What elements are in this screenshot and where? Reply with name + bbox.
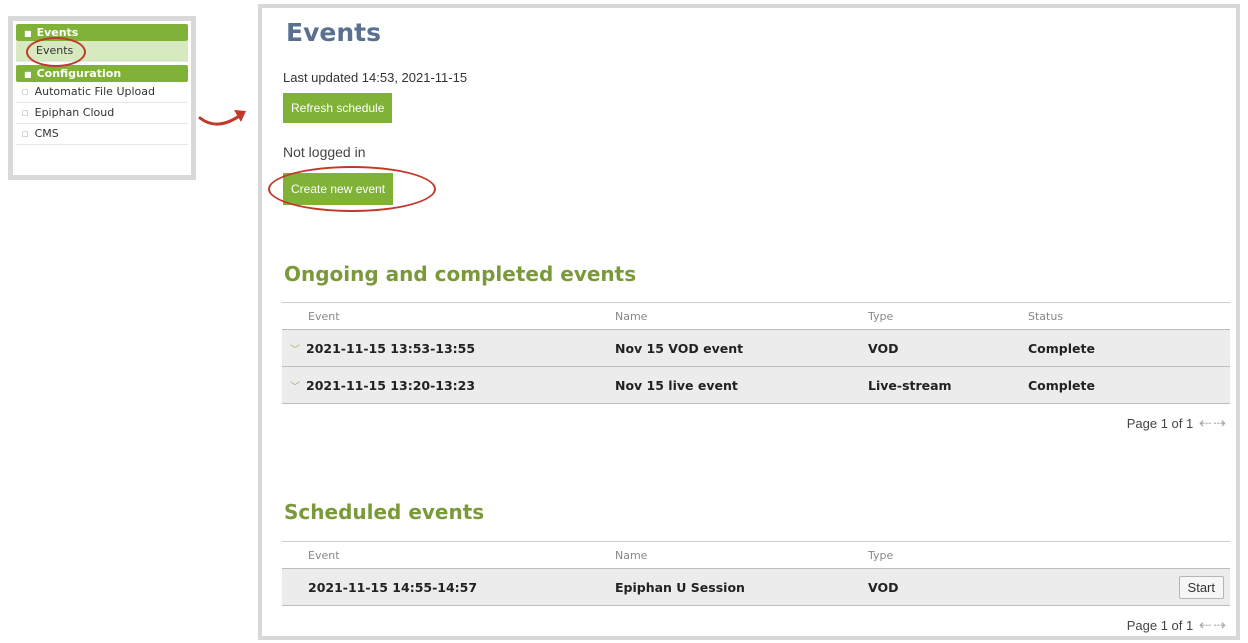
sidebar-item-epiphan-cloud[interactable]: □ Epiphan Cloud [16,103,188,124]
ongoing-pager: Page 1 of 1 ⇠ ⇢ [1127,414,1226,432]
bullet-icon: ■ [24,29,32,38]
events-panel: Events Last updated 14:53, 2021-11-15 Re… [258,4,1240,640]
refresh-schedule-button[interactable]: Refresh schedule [283,93,393,123]
bullet-icon: ■ [24,70,32,79]
ongoing-events-table: Event Name Type Status ﹀ 2021-11-15 13:53… [282,302,1230,404]
sidebar-item-cms[interactable]: □ CMS [16,124,188,145]
event-name-cell: Nov 15 VOD event [615,329,868,367]
page-title: Events [286,18,381,47]
table-header-row: Event Name Type Status [282,302,1230,330]
ongoing-events-title: Ongoing and completed events [284,262,637,286]
bullet-icon: □ [22,130,29,138]
event-status-cell: Complete [1028,329,1230,367]
table-header-row: Event Name Type [282,541,1230,569]
sidebar-section-label: Events [36,26,79,39]
event-time-cell: 2021-11-15 14:55-14:57 [282,568,615,606]
column-header-type: Type [868,541,1028,569]
event-time-cell: ﹀ 2021-11-15 13:53-13:55 [282,329,615,367]
sidebar-section-events: ■ Events [16,24,188,41]
arrow-left-icon[interactable]: ⇠ [1199,415,1212,432]
chevron-down-icon[interactable]: ﹀ [290,345,300,356]
sidebar-section-configuration: ■ Configuration [16,65,188,82]
arrow-right-icon[interactable]: ⇢ [1213,617,1226,634]
column-header-type: Type [868,302,1028,330]
pager-text: Page 1 of 1 [1126,618,1194,633]
sidebar-item-label: CMS [34,127,59,140]
column-header-event: Event [282,302,615,330]
create-new-event-button[interactable]: Create new event [283,173,394,205]
table-row[interactable]: ﹀ 2021-11-15 13:53-13:55 Nov 15 VOD event… [282,329,1230,367]
arrow-right-icon[interactable]: ⇢ [1213,415,1226,432]
event-time-cell: ﹀ 2021-11-15 13:20-13:23 [282,366,615,404]
event-name-cell: Nov 15 live event [615,366,868,404]
sidebar: ■ Events Events ■ Configuration □ Automatic… [13,21,191,175]
table-row: 2021-11-15 14:55-14:57 Epiphan U Session… [282,568,1230,606]
table-row[interactable]: ﹀ 2021-11-15 13:20-13:23 Nov 15 live even… [282,366,1230,404]
scheduled-events-table: Event Name Type 2021-11-15 14:55-14:57 E… [282,541,1230,606]
sidebar-item-label: Events [36,44,74,57]
column-header-event: Event [282,541,615,569]
event-status-cell: Complete [1028,366,1230,404]
arrow-left-icon[interactable]: ⇠ [1199,617,1212,634]
action-cell: Start [1028,568,1230,606]
login-status: Not logged in [283,144,366,160]
bullet-icon: □ [22,88,29,96]
column-header-name: Name [615,302,868,330]
chevron-down-icon[interactable]: ﹀ [290,382,300,393]
column-header-name: Name [615,541,868,569]
curved-arrow-icon [198,110,246,126]
scheduled-pager: Page 1 of 1 ⇠ ⇢ [1127,616,1226,634]
last-updated-text: Last updated 14:53, 2021-11-15 [283,70,468,85]
scheduled-events-title: Scheduled events [284,500,485,524]
start-button[interactable]: Start [1178,575,1224,599]
event-type-cell: VOD [868,568,1028,606]
sidebar-item-automatic-file-upload[interactable]: □ Automatic File Upload [16,82,188,103]
event-name-cell: Epiphan U Session [615,568,868,606]
sidebar-inset: ■ Events Events ■ Configuration □ Automatic… [8,16,196,180]
bullet-icon: □ [22,109,29,117]
column-header-action [1028,541,1230,569]
event-type-cell: VOD [868,329,1028,367]
sidebar-item-label: Automatic File Upload [34,85,155,98]
sidebar-item-label: Epiphan Cloud [34,106,115,119]
event-time-text: 2021-11-15 13:53-13:55 [306,340,476,356]
pager-text: Page 1 of 1 [1126,416,1194,431]
event-type-cell: Live-stream [868,366,1028,404]
column-header-status: Status [1028,302,1230,330]
event-time-text: 2021-11-15 13:20-13:23 [306,377,476,393]
sidebar-item-events[interactable]: Events [16,37,188,67]
sidebar-section-label: Configuration [36,67,122,80]
